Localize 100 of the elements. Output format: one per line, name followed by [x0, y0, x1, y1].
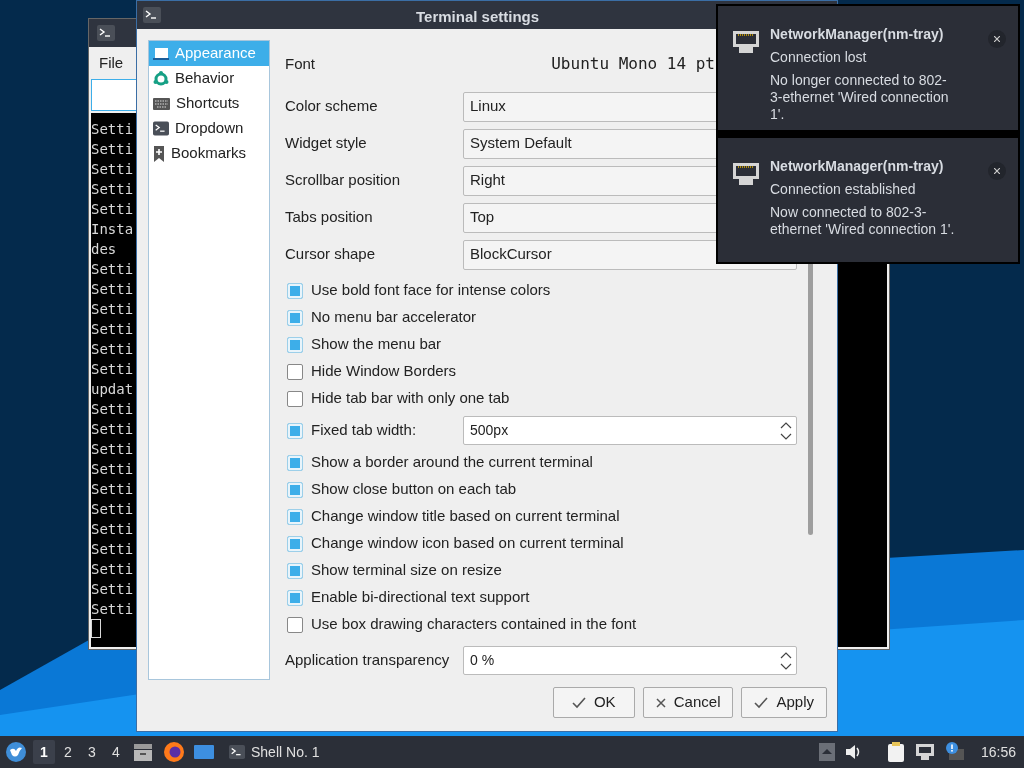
- checkbox-label: Use box drawing characters contained in the font: [311, 614, 637, 635]
- checkbox[interactable]: [287, 508, 303, 525]
- sidebar-item[interactable]: Dropdown: [149, 116, 269, 141]
- terminal-line: Setti: [91, 360, 134, 379]
- task-button[interactable]: Shell No. 1: [225, 739, 324, 765]
- checkbox[interactable]: [287, 422, 303, 439]
- terminal-line: Setti: [91, 480, 134, 499]
- monitor-icon: [153, 46, 169, 61]
- check-icon: [571, 696, 586, 709]
- checkbox[interactable]: [287, 535, 303, 552]
- network-port-icon: [732, 162, 760, 186]
- window-title: Terminal settings: [416, 7, 540, 27]
- gear-icon: [153, 70, 169, 87]
- terminal-icon: [97, 25, 115, 41]
- cancel-button[interactable]: Cancel: [642, 687, 734, 718]
- bookmark-icon: [153, 145, 165, 162]
- keyboard-icon: [153, 97, 170, 110]
- file-cabinet-icon[interactable]: [133, 742, 153, 762]
- workspace-button[interactable]: 4: [105, 740, 127, 764]
- cursor-block: [91, 619, 101, 638]
- terminal-line: Setti: [91, 320, 134, 339]
- spin-arrows-icon: [780, 420, 792, 441]
- terminal-line: Setti: [91, 260, 134, 279]
- checkbox[interactable]: [287, 336, 303, 353]
- menu-item[interactable]: File: [99, 51, 124, 75]
- terminal-line: Setti: [91, 580, 134, 599]
- terminal-line: Setti: [91, 440, 134, 459]
- terminal-icon: [229, 744, 245, 760]
- terminal-line: Setti: [91, 280, 134, 299]
- checkbox-label: Show terminal size on resize: [311, 560, 502, 581]
- terminal-line: Setti: [91, 520, 134, 539]
- terminal-line: des: [91, 240, 117, 259]
- sidebar-item[interactable]: Shortcuts: [149, 91, 269, 116]
- network-icon[interactable]: [914, 743, 935, 761]
- sidebar-item[interactable]: Bookmarks: [149, 141, 269, 166]
- field-label: Scrollbar position: [285, 170, 401, 191]
- workspace-button[interactable]: 2: [57, 740, 79, 764]
- terminal-line: Setti: [91, 300, 134, 319]
- terminal-line: Setti: [91, 180, 134, 199]
- checkbox[interactable]: [287, 363, 303, 380]
- clock: 16:56: [980, 742, 1016, 762]
- close-button[interactable]: [988, 162, 1006, 180]
- field-label: Tabs position: [285, 207, 373, 228]
- browser-icon[interactable]: [163, 741, 185, 763]
- checkbox[interactable]: [287, 589, 303, 606]
- sidebar-item[interactable]: Behavior: [149, 66, 269, 91]
- terminal-line: updat: [91, 380, 134, 399]
- bird-logo-icon[interactable]: [5, 741, 27, 763]
- terminal-line: Setti: [91, 160, 134, 179]
- checkbox-label: Hide Window Borders: [311, 361, 457, 382]
- checkbox-label: No menu bar accelerator: [311, 307, 477, 328]
- apply-button[interactable]: Apply: [741, 687, 827, 718]
- terminal-line: Setti: [91, 600, 134, 619]
- field-label: Application transparency: [285, 650, 450, 671]
- checkbox-label: Show close button on each tab: [311, 479, 517, 500]
- checkbox[interactable]: [287, 282, 303, 299]
- notification-summary: Connection lost: [770, 49, 868, 66]
- terminal-line: Setti: [91, 140, 134, 159]
- caret-up-icon[interactable]: [818, 743, 835, 761]
- close-icon: [655, 697, 666, 708]
- terminal-line: Setti: [91, 420, 134, 439]
- terminal-line: Setti: [91, 560, 134, 579]
- terminal-icon: [153, 121, 169, 136]
- close-button[interactable]: [988, 30, 1006, 48]
- checkbox[interactable]: [287, 309, 303, 326]
- notification-icon[interactable]: [944, 742, 965, 762]
- checkbox-label: Show a border around the current terminal: [311, 452, 593, 473]
- check-icon: [754, 696, 769, 709]
- window-icon[interactable]: [193, 743, 215, 761]
- font-value: Ubuntu Mono 14 pt: [551, 53, 715, 75]
- terminal-line: Setti: [91, 500, 134, 519]
- spin-box[interactable]: 500px: [463, 416, 797, 445]
- notification-app: NetworkManager(nm-tray): [770, 26, 945, 43]
- checkbox-label: Change window title based on current terminal: [311, 506, 620, 527]
- checkbox[interactable]: [287, 562, 303, 579]
- checkbox[interactable]: [287, 454, 303, 471]
- field-label: Widget style: [285, 133, 367, 154]
- checkbox[interactable]: [287, 616, 303, 633]
- checkbox-label: Hide tab bar with only one tab: [311, 388, 510, 409]
- terminal-line: Insta: [91, 220, 134, 239]
- spin-box[interactable]: 0 %: [463, 646, 797, 675]
- field-label: Font: [285, 53, 315, 74]
- checkbox-label: Show the menu bar: [311, 334, 442, 355]
- terminal-line: Setti: [91, 400, 134, 419]
- terminal-line: Setti: [91, 340, 134, 359]
- field-label: Color scheme: [285, 96, 378, 117]
- terminal-line: Setti: [91, 460, 134, 479]
- clipboard-icon[interactable]: [886, 741, 905, 763]
- terminal-line: Setti: [91, 120, 134, 139]
- workspace-button[interactable]: 3: [81, 740, 103, 764]
- close-icon: [994, 36, 1000, 42]
- checkbox[interactable]: [287, 390, 303, 407]
- checkbox[interactable]: [287, 481, 303, 498]
- terminal-line: Setti: [91, 200, 134, 219]
- network-port-icon: [732, 30, 760, 54]
- checkbox-label: Change window icon based on current terminal: [311, 533, 624, 554]
- spin-arrows-icon: [780, 650, 792, 671]
- ok-button[interactable]: OK: [552, 687, 635, 718]
- terminal-line: Setti: [91, 540, 134, 559]
- workspace-button[interactable]: 1: [33, 740, 55, 764]
